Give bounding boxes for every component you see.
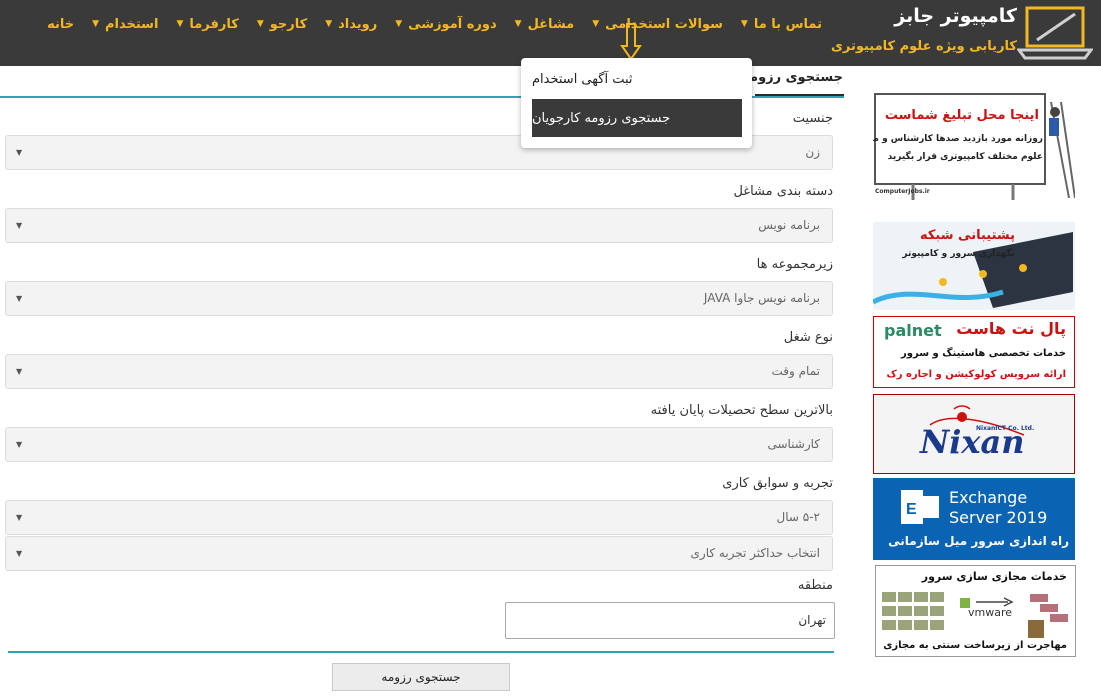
nav-label: تماس با ما <box>753 16 822 32</box>
subcategory-select[interactable]: برنامه نویس جاوا JAVA ▼ <box>5 281 833 316</box>
ad-banner-exchange-server[interactable]: E Exchange Server 2019 راه اندازی سرور م… <box>873 478 1075 560</box>
nav-label: مشاغل <box>527 16 575 32</box>
nav-label: کارجو <box>269 16 308 32</box>
nav-soalat-estekhdami[interactable]: سوالات استخدامی ▼ <box>583 0 732 48</box>
brand-subtitle: کاریابی ویژه علوم کامپیوتری <box>830 39 1017 54</box>
chevron-down-icon: ▼ <box>176 19 184 29</box>
jobtype-label: نوع شغل <box>783 330 833 345</box>
vmware-brand: vmware <box>968 606 1013 619</box>
laptop-logo-icon <box>1017 6 1093 60</box>
chevron-down-icon: ▼ <box>16 440 23 449</box>
nav-mashaghel[interactable]: مشاغل ▼ <box>506 0 584 48</box>
gender-label: جنسیت <box>792 111 833 126</box>
subcategory-label: زیرمجموعه ها <box>756 257 833 272</box>
nav-label: خانه <box>47 16 75 32</box>
ad1-url: ComputerJobs.ir <box>875 188 930 195</box>
chevron-down-icon: ▼ <box>16 221 23 230</box>
ad-banner-palnet-host[interactable]: palnet پال نت هاست خدمات تخصصی هاستینگ و… <box>873 316 1075 388</box>
brand-title: کامپیوتر جابز <box>894 5 1017 27</box>
nav-label: کارفرما <box>189 16 239 32</box>
chevron-down-icon: ▼ <box>16 367 23 376</box>
ad3-text-1: خدمات تخصصی هاستینگ و سرور <box>901 348 1066 359</box>
site-logo[interactable]: کامپیوتر جابز کاریابی ویژه علوم کامپیوتر… <box>831 0 1101 66</box>
chevron-down-icon: ▼ <box>16 549 23 558</box>
ad3-text-2: ارائه سرویس کولوکیشن و اجاره رک <box>886 369 1066 380</box>
chevron-down-icon: ▼ <box>256 19 264 29</box>
nav-home[interactable]: خانه▼ <box>38 0 83 48</box>
education-select[interactable]: کارشناسی ▼ <box>5 427 833 462</box>
nav-karjoo[interactable]: کارجو ▼ <box>248 0 316 48</box>
main-nav: خانه▼استخدام▼کارفرما▼کارجو▼رویداد▼دوره آ… <box>38 0 831 48</box>
region-input[interactable]: تهران <box>505 602 835 639</box>
form-divider <box>8 651 834 653</box>
region-label: منطقه <box>797 578 833 593</box>
ad3-headline: پال نت هاست <box>956 319 1066 338</box>
chevron-down-icon: ▼ <box>325 19 333 29</box>
nav-rooydad[interactable]: رویداد ▼ <box>316 0 386 48</box>
chevron-down-icon: ▼ <box>592 19 600 29</box>
jobtype-select-value: تمام وقت <box>771 364 821 378</box>
menu-item-search-resumes[interactable]: جستجوی رزومه کارجویان <box>532 99 742 137</box>
site-header: کامپیوتر جابز کاریابی ویژه علوم کامپیوتر… <box>0 0 1101 66</box>
chevron-down-icon: ▼ <box>92 19 100 29</box>
subcategory-select-value: برنامه نویس جاوا JAVA <box>703 291 820 305</box>
chevron-down-icon: ▼ <box>514 19 522 29</box>
experience-label: تجربه و سوابق کاری <box>722 476 833 491</box>
ad-banner-virtualization[interactable]: خدمات مجازی سازی سرور vmware مهاجرت از ز… <box>875 565 1076 657</box>
gender-select-value: زن <box>805 145 820 159</box>
education-label: بالاترین سطح تحصیلات پایان یافته <box>650 403 833 418</box>
chevron-down-icon: ▼ <box>740 19 748 29</box>
experience-min-select[interactable]: ۵-۲ سال ▼ <box>5 500 833 535</box>
nav-label: استخدام <box>105 16 159 32</box>
ad1-text-2: علوم مختلف کامپیوتری قرار بگیرید <box>887 152 1043 162</box>
ad5-text: راه اندازی سرور میل سازمانی <box>888 534 1069 548</box>
exchange-icon: E <box>901 490 939 524</box>
jobtype-select[interactable]: تمام وقت ▼ <box>5 354 833 389</box>
ad-banner-nixan[interactable]: Nixan NixanICT Co. Ltd. <box>873 394 1075 474</box>
page-title: جستجوی رزومه <box>742 70 843 85</box>
ad-banner-advertise-here[interactable]: اینجا محل تبلیغ شماست روزانه مورد بازدید… <box>873 92 1075 202</box>
experience-max-select[interactable]: انتخاب حداکثر تجربه کاری ▼ <box>5 536 833 571</box>
nav-label: دوره آموزشی <box>408 16 497 32</box>
svg-text:E: E <box>906 501 917 518</box>
nav-dore-amoozeshi[interactable]: دوره آموزشی ▼ <box>386 0 505 48</box>
nav-karfarma[interactable]: کارفرما ▼ <box>167 0 247 48</box>
ad-banner-network-support[interactable]: پشتیبانی شبکه نگهداری سرور و کامپیوتر <box>873 222 1075 310</box>
category-select-value: برنامه نویس <box>758 218 820 232</box>
nav-label: رویداد <box>338 16 378 32</box>
ad5-line-1: Exchange <box>949 488 1028 507</box>
ad5-line-2: Server 2019 <box>949 508 1048 527</box>
arrow-down-icon <box>620 23 642 61</box>
ad6-headline: خدمات مجازی سازی سرور <box>921 570 1067 583</box>
chevron-down-icon: ▼ <box>16 294 23 303</box>
chevron-down-icon: ▼ <box>395 19 403 29</box>
category-select[interactable]: برنامه نویس ▼ <box>5 208 833 243</box>
ad1-headline: اینجا محل تبلیغ شماست <box>884 108 1039 123</box>
menu-item-post-job-ad[interactable]: ثبت آگهی استخدام <box>532 60 742 98</box>
nav-estekhdam[interactable]: استخدام ▼ <box>83 0 167 48</box>
search-resume-button[interactable]: جستجوی رزومه <box>332 663 510 691</box>
ad2-text: نگهداری سرور و کامپیوتر <box>902 249 1015 259</box>
nixan-company: NixanICT Co. Ltd. <box>976 425 1035 432</box>
chevron-down-icon: ▼ <box>16 513 23 522</box>
ad6-text: مهاجرت از زیرساخت سنتی به مجازی <box>883 640 1067 651</box>
experience-max-placeholder: انتخاب حداکثر تجربه کاری <box>690 546 820 560</box>
ad2-headline: پشتیبانی شبکه <box>919 228 1015 243</box>
education-select-value: کارشناسی <box>767 437 820 451</box>
palnet-logo: palnet <box>884 321 942 340</box>
chevron-down-icon: ▼ <box>16 148 23 157</box>
experience-min-value: ۵-۲ سال <box>776 510 820 524</box>
region-input-value: تهران <box>798 613 826 627</box>
karfarma-dropdown-menu: ثبت آگهی استخدام جستجوی رزومه کارجویان <box>521 58 752 148</box>
category-label: دسته بندی مشاغل <box>733 184 833 199</box>
ad1-text-1: روزانه مورد بازدید صدها کارشناس و مدیر <box>873 134 1043 144</box>
nav-tamas[interactable]: تماس با ما ▼ <box>732 0 831 48</box>
